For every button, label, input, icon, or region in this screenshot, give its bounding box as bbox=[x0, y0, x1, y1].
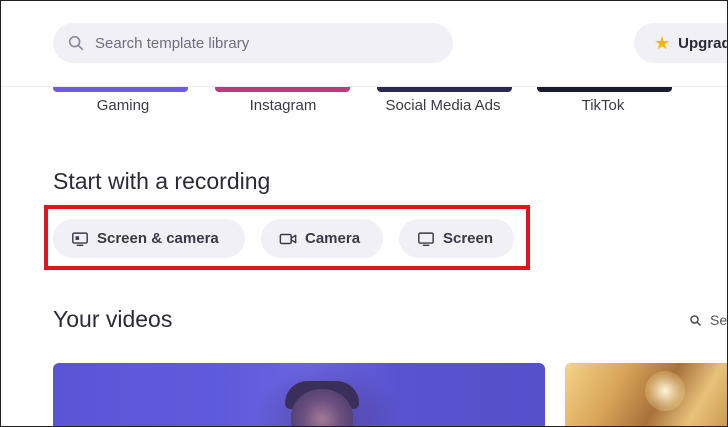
screen-label: Screen bbox=[443, 230, 494, 247]
video-thumbnail[interactable] bbox=[565, 363, 727, 426]
screen-and-camera-label: Screen & camera bbox=[97, 230, 219, 247]
screen-button[interactable]: Screen bbox=[399, 219, 514, 258]
upgrade-button[interactable]: ★ Upgrade bbox=[634, 23, 727, 63]
screen-and-camera-button[interactable]: Screen & camera bbox=[53, 219, 245, 258]
template-label-tiktok[interactable]: TikTok bbox=[533, 97, 673, 114]
template-thumb-gaming[interactable] bbox=[53, 87, 188, 92]
recording-section-title: Start with a recording bbox=[53, 168, 271, 194]
videos-section-title: Your videos bbox=[53, 306, 173, 332]
template-label-gaming[interactable]: Gaming bbox=[53, 97, 193, 114]
monitor-icon bbox=[418, 231, 434, 246]
screen-camera-icon bbox=[72, 231, 88, 246]
video-thumbnail[interactable] bbox=[53, 363, 545, 426]
video-camera-icon bbox=[279, 233, 297, 244]
search-input[interactable] bbox=[95, 34, 435, 52]
thumbnail-light bbox=[645, 371, 685, 411]
template-label-instagram[interactable]: Instagram bbox=[213, 97, 353, 114]
template-thumb-social-media-ads[interactable] bbox=[377, 87, 512, 92]
template-label-social-media-ads[interactable]: Social Media Ads bbox=[373, 97, 513, 114]
template-search-bar[interactable] bbox=[53, 23, 453, 63]
star-icon: ★ bbox=[654, 32, 671, 53]
search-icon bbox=[690, 314, 701, 326]
camera-label: Camera bbox=[305, 230, 361, 247]
camera-button[interactable]: Camera bbox=[261, 219, 383, 258]
videos-search-label: Se bbox=[710, 312, 728, 328]
template-thumb-tiktok[interactable] bbox=[537, 87, 672, 92]
search-icon bbox=[68, 35, 84, 51]
app-window: ★ Upgrade Gaming Instagram Social Media … bbox=[0, 0, 728, 427]
template-category-strip: Gaming Instagram Social Media Ads TikTok bbox=[1, 87, 727, 117]
template-thumb-instagram[interactable] bbox=[215, 87, 350, 92]
upgrade-label: Upgrade bbox=[678, 34, 727, 52]
videos-search[interactable]: Se bbox=[689, 312, 727, 328]
